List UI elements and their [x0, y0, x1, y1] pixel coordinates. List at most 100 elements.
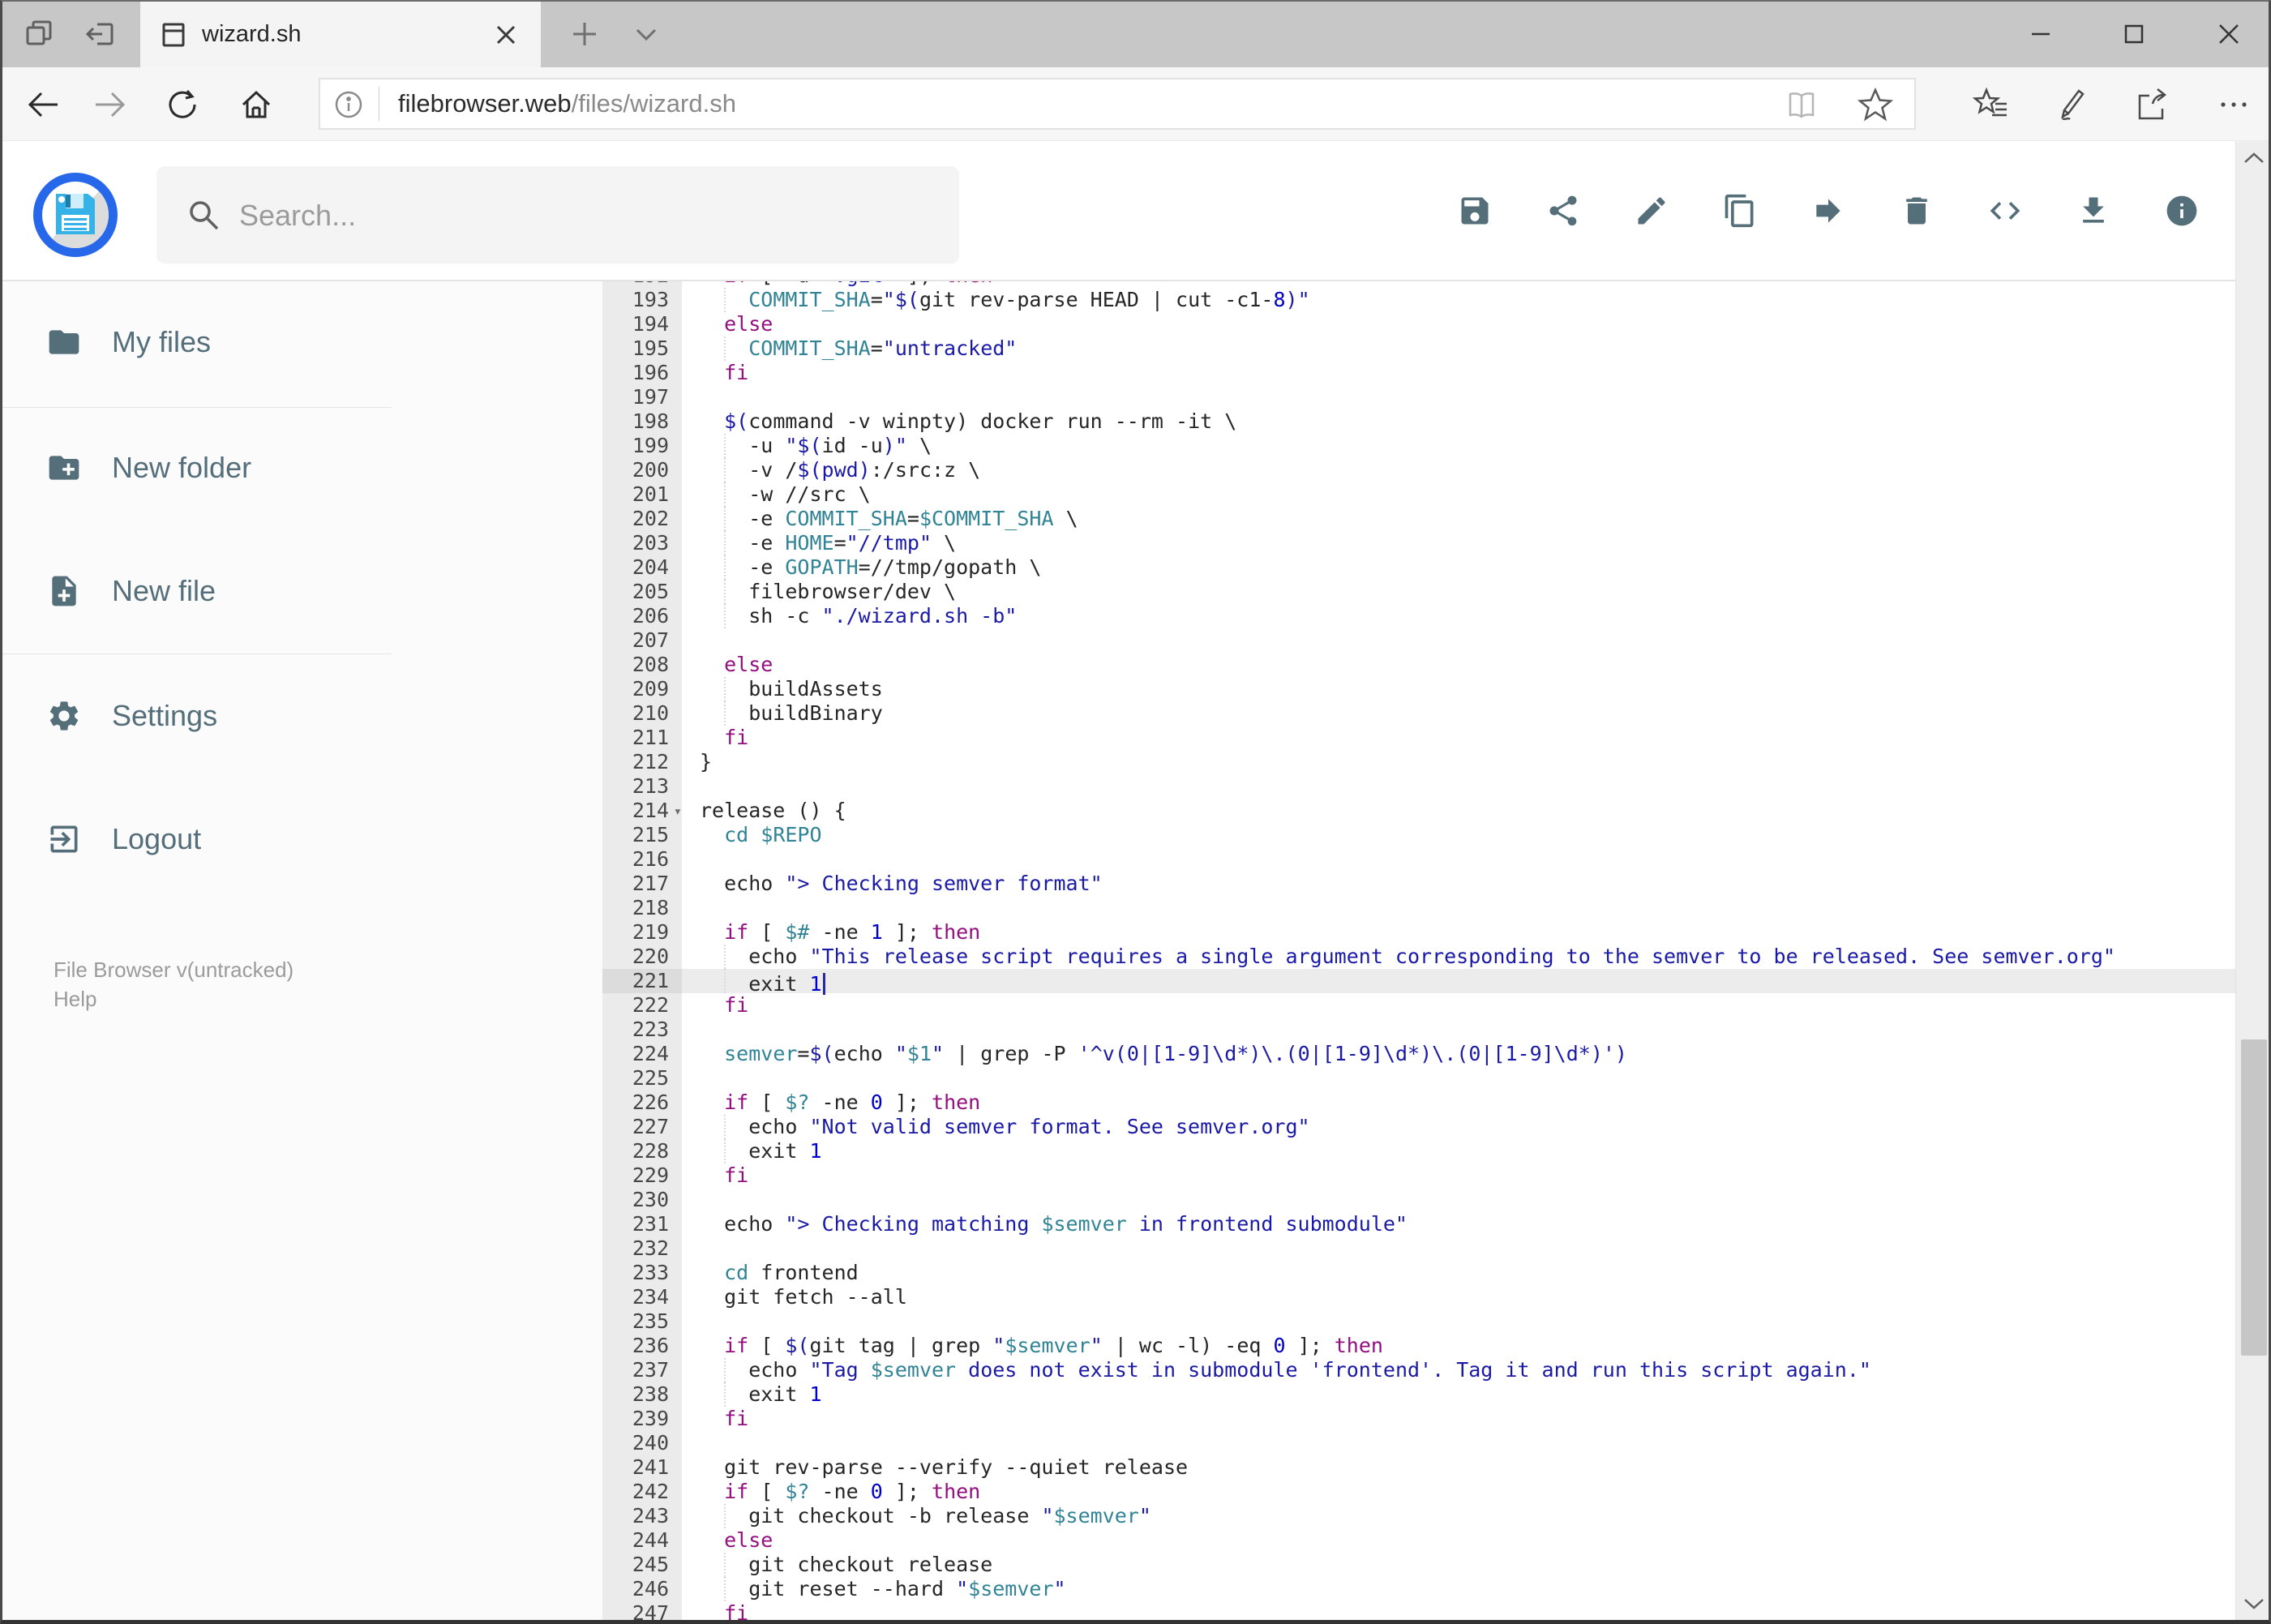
code-line[interactable]: echo "Tag $semver does not exist in subm…: [682, 1358, 2235, 1382]
code-line[interactable]: sh -c "./wizard.sh -b": [682, 604, 2235, 628]
sidebar-item-logout[interactable]: Logout: [2, 807, 392, 872]
back-icon[interactable]: [24, 86, 62, 123]
scroll-down-icon[interactable]: [2243, 1596, 2265, 1615]
code-line[interactable]: fi: [682, 1407, 2235, 1431]
scroll-up-icon[interactable]: [2243, 151, 2265, 169]
code-line[interactable]: [682, 774, 2235, 799]
address-bar[interactable]: filebrowser.web/files/wizard.sh: [319, 78, 1916, 130]
search-input[interactable]: [238, 166, 938, 265]
code-line[interactable]: if [ $# -ne 1 ]; then: [682, 920, 2235, 945]
set-tabs-aside-icon[interactable]: [76, 10, 125, 58]
code-line[interactable]: -e HOME="//tmp" \: [682, 531, 2235, 555]
code-line[interactable]: cd $REPO: [682, 823, 2235, 847]
code-line[interactable]: }: [682, 750, 2235, 774]
code-line[interactable]: if [ $(git tag | grep "$semver" | wc -l)…: [682, 1334, 2235, 1358]
code-button[interactable]: [1987, 193, 2023, 229]
forward-icon[interactable]: [92, 86, 129, 123]
move-button[interactable]: [1810, 193, 1846, 229]
code-line[interactable]: fi: [682, 1601, 2235, 1620]
code-line[interactable]: COMMIT_SHA="$(git rev-parse HEAD | cut -…: [682, 288, 2235, 312]
code-line[interactable]: [682, 1431, 2235, 1455]
edit-button[interactable]: [1634, 193, 1669, 229]
download-button[interactable]: [2076, 193, 2111, 229]
code-line[interactable]: if [ -d ".git" ]; then: [682, 281, 2235, 288]
maximize-button[interactable]: [2108, 8, 2160, 60]
info-button[interactable]: [2164, 193, 2200, 229]
save-button[interactable]: [1457, 193, 1493, 229]
code-line[interactable]: else: [682, 653, 2235, 677]
code-line[interactable]: echo "> Checking matching $semver in fro…: [682, 1212, 2235, 1236]
sidebar-item-settings[interactable]: Settings: [2, 683, 392, 748]
code-line[interactable]: buildBinary: [682, 701, 2235, 726]
code-line[interactable]: release () {: [682, 799, 2235, 823]
tab-list-chevron-icon[interactable]: [622, 10, 671, 58]
code-line[interactable]: fi: [682, 361, 2235, 385]
code-line[interactable]: [682, 1309, 2235, 1334]
url-text[interactable]: filebrowser.web/files/wizard.sh: [398, 79, 736, 128]
code-editor[interactable]: 192 if [ -d ".git" ]; then 193 COMMIT_SHA…: [602, 281, 2235, 1620]
close-button[interactable]: [2203, 8, 2255, 60]
code-line[interactable]: buildAssets: [682, 677, 2235, 701]
refresh-icon[interactable]: [164, 86, 201, 123]
code-line[interactable]: semver=$(echo "$1" | grep -P '^v(0|[1-9]…: [682, 1042, 2235, 1066]
code-line[interactable]: exit 1: [682, 969, 2235, 996]
copy-button[interactable]: [1722, 193, 1758, 229]
code-line[interactable]: $(command -v winpty) docker run --rm -it…: [682, 409, 2235, 434]
code-line[interactable]: fi: [682, 993, 2235, 1018]
tab-close-icon[interactable]: [487, 16, 525, 54]
web-notes-pen-icon[interactable]: [2053, 86, 2090, 123]
code-line[interactable]: git checkout -b release "$semver": [682, 1504, 2235, 1528]
share-page-icon[interactable]: [2133, 86, 2170, 123]
code-line[interactable]: else: [682, 1528, 2235, 1553]
favorites-hub-icon[interactable]: [1973, 86, 2010, 123]
minimize-button[interactable]: [2015, 8, 2067, 60]
sidebar-item-my-files[interactable]: My files: [2, 310, 392, 375]
code-line[interactable]: fi: [682, 726, 2235, 750]
reading-view-icon[interactable]: [1785, 88, 1819, 126]
code-line[interactable]: echo "This release script requires a sin…: [682, 945, 2235, 969]
delete-button[interactable]: [1899, 193, 1935, 229]
code-line[interactable]: if [ $? -ne 0 ]; then: [682, 1091, 2235, 1115]
code-line[interactable]: -e GOPATH=//tmp/gopath \: [682, 555, 2235, 580]
code-line[interactable]: [682, 385, 2235, 409]
code-line[interactable]: echo "> Checking semver format": [682, 872, 2235, 896]
code-line[interactable]: git reset --hard "$semver": [682, 1577, 2235, 1601]
page-scrollbar[interactable]: [2235, 141, 2269, 1620]
code-line[interactable]: [682, 1018, 2235, 1042]
filebrowser-logo[interactable]: [33, 173, 118, 257]
code-line[interactable]: -u "$(id -u)" \: [682, 434, 2235, 458]
code-line[interactable]: if [ $? -ne 0 ]; then: [682, 1480, 2235, 1504]
code-line[interactable]: git rev-parse --verify --quiet release: [682, 1455, 2235, 1480]
code-line[interactable]: else: [682, 312, 2235, 336]
share-button[interactable]: [1545, 193, 1581, 229]
more-ellipsis-icon[interactable]: [2215, 86, 2252, 123]
home-icon[interactable]: [238, 86, 275, 123]
fold-toggle-icon[interactable]: ▾: [674, 799, 682, 824]
code-line[interactable]: exit 1: [682, 1139, 2235, 1163]
code-line[interactable]: COMMIT_SHA="untracked": [682, 336, 2235, 361]
code-line[interactable]: filebrowser/dev \: [682, 580, 2235, 604]
code-line[interactable]: [682, 896, 2235, 920]
new-tab-icon[interactable]: [560, 10, 609, 58]
code-line[interactable]: -w //src \: [682, 482, 2235, 507]
scrollbar-thumb[interactable]: [2241, 1039, 2267, 1356]
tabs-preview-icon[interactable]: [15, 10, 63, 58]
code-line[interactable]: git checkout release: [682, 1553, 2235, 1577]
site-info-icon[interactable]: [333, 89, 364, 124]
code-line[interactable]: -e COMMIT_SHA=$COMMIT_SHA \: [682, 507, 2235, 531]
code-line[interactable]: [682, 1188, 2235, 1212]
browser-tab[interactable]: wizard.sh: [140, 2, 541, 67]
code-line[interactable]: [682, 847, 2235, 872]
code-line[interactable]: git fetch --all: [682, 1285, 2235, 1309]
code-line[interactable]: echo "Not valid semver format. See semve…: [682, 1115, 2235, 1139]
code-line[interactable]: [682, 1236, 2235, 1261]
code-line[interactable]: [682, 1066, 2235, 1091]
sidebar-item-new-file[interactable]: New file: [2, 559, 392, 623]
code-line[interactable]: cd frontend: [682, 1261, 2235, 1285]
search-box[interactable]: [156, 166, 959, 265]
code-line[interactable]: exit 1: [682, 1382, 2235, 1407]
help-link[interactable]: Help: [54, 984, 294, 1013]
code-line[interactable]: -v /$(pwd):/src:z \: [682, 458, 2235, 482]
add-favorite-star-icon[interactable]: [1857, 87, 1894, 126]
sidebar-item-new-folder[interactable]: New folder: [2, 435, 392, 500]
